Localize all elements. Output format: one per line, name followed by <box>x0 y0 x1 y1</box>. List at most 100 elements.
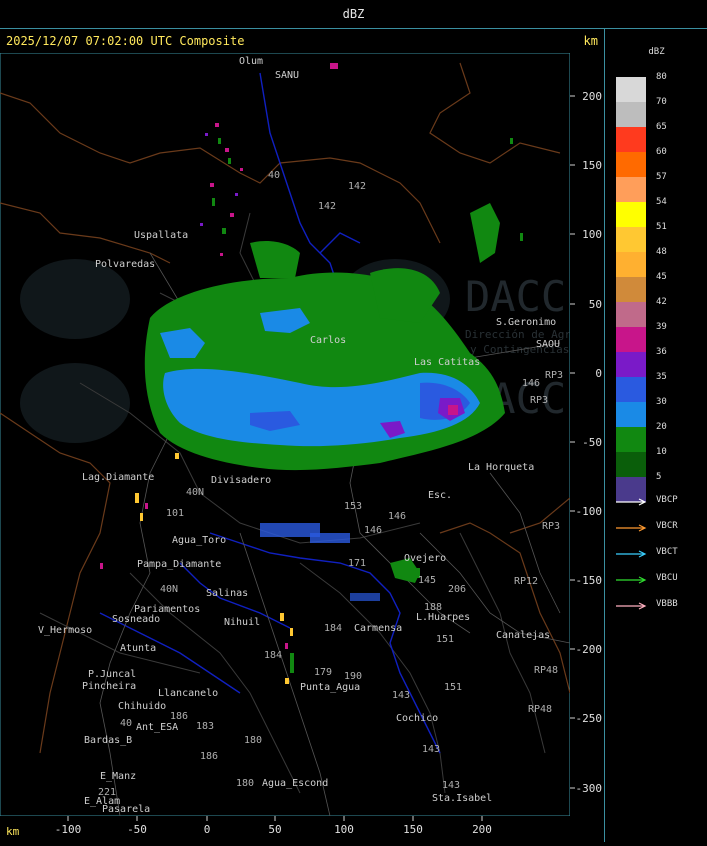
place-label: Llancanelo <box>158 688 218 699</box>
unit-label: km <box>583 34 598 48</box>
radar-arrow-icon <box>616 602 647 610</box>
legend-swatch <box>616 277 646 302</box>
legend-title: dBZ <box>648 47 665 57</box>
legend-value: 30 <box>656 397 667 407</box>
place-label: SANU <box>275 70 299 81</box>
radar-map-svg: DACC DACC Dirección de Agricultura y Con… <box>0 52 642 817</box>
route-label: 180 <box>244 735 262 746</box>
route-label: 186 <box>200 751 218 762</box>
place-label: Agua_Toro <box>172 535 226 546</box>
route-label: 101 <box>166 508 184 519</box>
place-label: Ant_ESA <box>136 722 178 733</box>
panel-divider <box>604 28 605 842</box>
route-label: 186 <box>170 711 188 722</box>
legend-swatch <box>616 127 646 152</box>
route-label: 40 <box>268 170 280 181</box>
route-label: 143 <box>422 744 440 755</box>
place-label: Agua_Escond <box>262 778 328 789</box>
route-label: RP12 <box>514 576 538 587</box>
radar-legend-label: VBCT <box>656 547 678 557</box>
legend-swatch <box>616 77 646 102</box>
place-label: P.Juncal <box>88 669 136 680</box>
radar-arrow-icon <box>616 550 647 558</box>
route-label: 190 <box>344 671 362 682</box>
legend-swatch <box>616 227 646 252</box>
y-tick-label: 200 <box>582 90 602 103</box>
y-tick-label: 150 <box>582 159 602 172</box>
legend-value: 54 <box>656 197 667 207</box>
route-label: 171 <box>348 558 366 569</box>
place-label: La Horqueta <box>468 462 534 473</box>
legend-swatch <box>616 377 646 402</box>
legend-swatch <box>616 177 646 202</box>
radar-legend-label: VBBB <box>656 599 678 609</box>
route-label: RP48 <box>528 704 552 715</box>
radar-map[interactable]: DACC DACC Dirección de Agricultura y Con… <box>0 52 642 817</box>
legend-swatch <box>616 352 646 377</box>
route-label: 151 <box>436 634 454 645</box>
y-tick-label: 0 <box>595 367 602 380</box>
route-label: 143 <box>392 690 410 701</box>
place-label: Las Catitas <box>414 357 480 368</box>
place-label: Cochico <box>396 713 438 724</box>
radar-legend-label: VBCP <box>656 495 678 505</box>
place-label: Punta_Agua <box>300 682 360 693</box>
legend-value: 42 <box>656 297 667 307</box>
header-title: dBZ <box>342 7 365 21</box>
place-label: Divisadero <box>211 475 271 486</box>
y-axis: 200 150 100 50 0 -50 -100 -150 -200 -250… <box>570 53 604 816</box>
info-bar: 2025/12/07 07:02:00 UTC Composite km <box>0 29 604 53</box>
place-label: S.Geronimo <box>496 317 556 328</box>
route-label: 142 <box>348 181 366 192</box>
legend-value: 36 <box>656 347 667 357</box>
legend-value: 65 <box>656 122 667 132</box>
place-label: Esc. <box>428 490 452 501</box>
y-tick-label: 50 <box>589 298 602 311</box>
route-label: 142 <box>318 201 336 212</box>
place-label: Pampa_Diamante <box>137 559 221 570</box>
place-label: Bardas_B <box>84 735 132 746</box>
legend-value: 5 <box>656 472 662 482</box>
timestamp-label: 2025/12/07 07:02:00 UTC Composite <box>6 34 245 48</box>
place-label: Carlos <box>310 335 346 346</box>
radar-arrow-icon <box>616 524 647 532</box>
route-label: 40N <box>160 584 178 595</box>
route-label: 184 <box>324 623 342 634</box>
legend-swatch <box>616 452 646 477</box>
x-tick-label: -50 <box>127 823 147 836</box>
place-label: Sosneado <box>112 614 160 625</box>
legend-swatch <box>616 202 646 227</box>
route-label: 206 <box>448 584 466 595</box>
y-tick-label: -300 <box>576 782 603 795</box>
route-label: RP48 <box>534 665 558 676</box>
legend-value: 35 <box>656 372 667 382</box>
route-label: 146 <box>522 378 540 389</box>
y-tick-label: 100 <box>582 228 602 241</box>
legend-value: 20 <box>656 422 667 432</box>
legend-swatch <box>616 402 646 427</box>
place-label: L.Huarpes <box>416 612 470 623</box>
place-label: Sta.Isabel <box>432 793 492 804</box>
x-unit-label: km <box>6 825 20 838</box>
place-label: SAOU <box>536 339 560 350</box>
place-label: Atunta <box>120 643 156 654</box>
x-axis: km -100 -50 0 50 100 150 200 <box>0 816 604 842</box>
x-tick-label: 100 <box>334 823 354 836</box>
place-label: Pasarela <box>102 804 150 815</box>
legend-swatch <box>616 327 646 352</box>
legend-value: 39 <box>656 322 667 332</box>
place-label: Chihuido <box>118 701 166 712</box>
x-tick-label: 150 <box>403 823 423 836</box>
route-label: RP3 <box>530 395 548 406</box>
y-tick-label: -100 <box>576 505 603 518</box>
place-label: Olum <box>239 56 263 67</box>
legend-swatch <box>616 427 646 452</box>
route-label: 40 <box>120 718 132 729</box>
legend-value: 57 <box>656 172 667 182</box>
legend-panel: dBZ 80 70 65 60 57 54 51 48 45 42 39 36 35 30 20 10 5 VB… <box>606 29 707 842</box>
y-tick-label: -150 <box>576 574 603 587</box>
radar-legend-label: VBCR <box>656 521 678 531</box>
route-label: 145 <box>418 575 436 586</box>
legend-swatch <box>616 152 646 177</box>
radar-arrow-icon <box>616 576 647 584</box>
